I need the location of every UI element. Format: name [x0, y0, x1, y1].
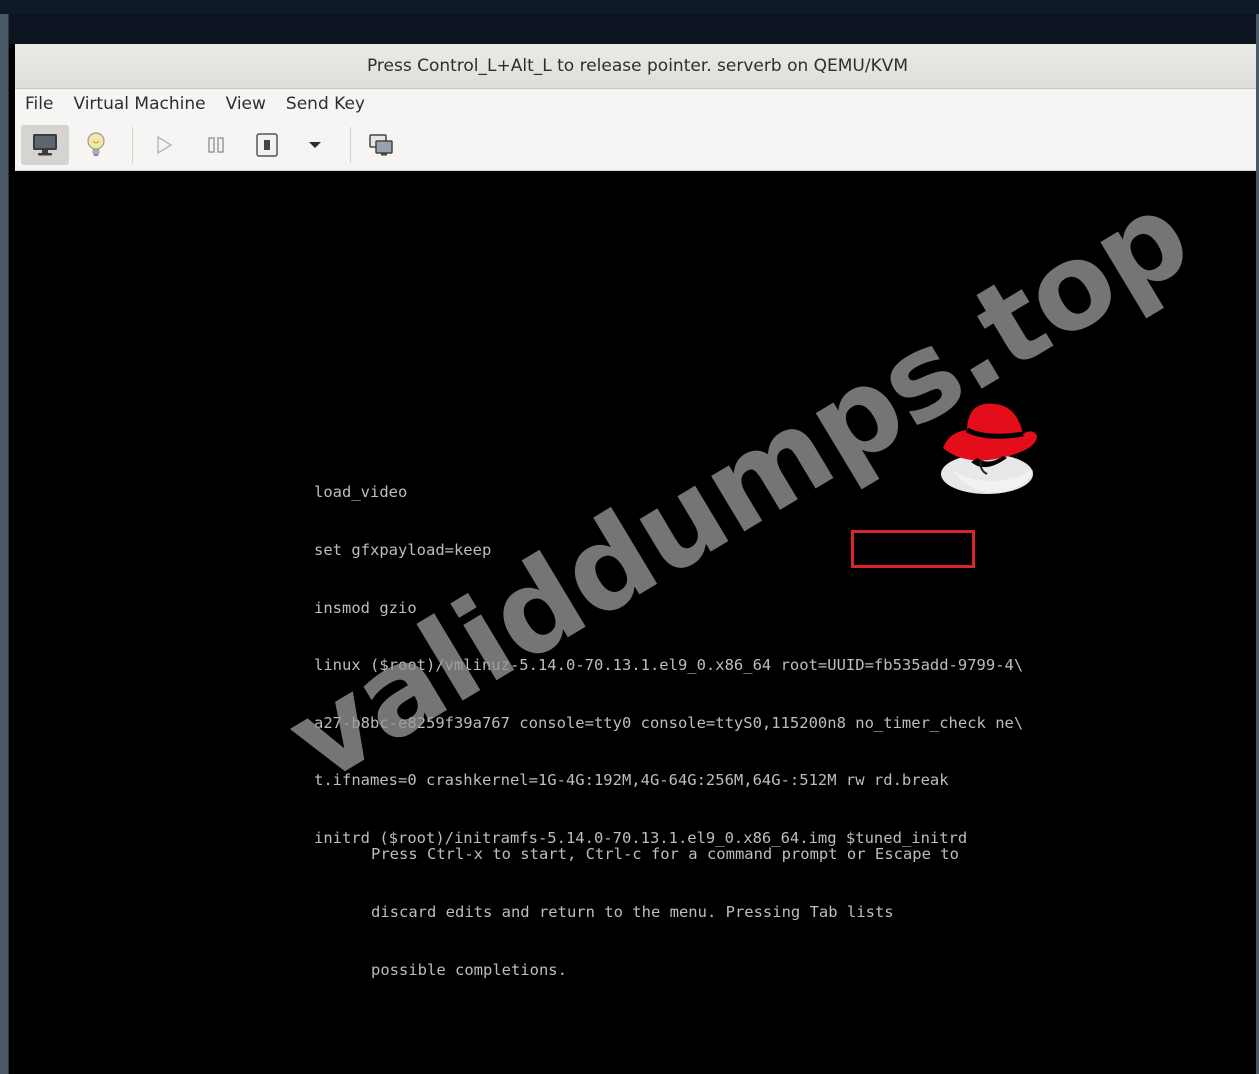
menu-file[interactable]: File: [15, 94, 63, 114]
console-view-button[interactable]: [21, 125, 69, 165]
screens-icon: [369, 134, 393, 156]
play-icon: [157, 135, 173, 155]
fullscreen-button[interactable]: [357, 125, 405, 165]
help-line: discard edits and return to the menu. Pr…: [371, 903, 894, 922]
toolbar: [15, 119, 1259, 171]
shutdown-button[interactable]: [243, 125, 291, 165]
window-titlebar[interactable]: Press Control_L+Alt_L to release pointer…: [15, 44, 1259, 89]
shutdown-menu-button[interactable]: [291, 125, 339, 165]
window-title: Press Control_L+Alt_L to release pointer…: [366, 56, 909, 76]
menu-view[interactable]: View: [216, 94, 276, 114]
menu-send-key[interactable]: Send Key: [276, 94, 375, 114]
chevron-down-icon: [309, 142, 321, 148]
vm-window: Press Control_L+Alt_L to release pointer…: [8, 14, 1259, 1074]
toolbar-separator: [132, 127, 133, 163]
grub-help-text: Press Ctrl-x to start, Ctrl-c for a comm…: [371, 806, 959, 1019]
redhat-logo-icon: [941, 403, 1037, 494]
menu-virtual-machine[interactable]: Virtual Machine: [63, 94, 215, 114]
power-icon: [256, 133, 278, 157]
lightbulb-icon: [87, 132, 105, 156]
pause-icon: [208, 137, 224, 153]
run-button[interactable]: [140, 125, 188, 165]
grub-line: t.ifnames=0 crashkernel=1G-4G:192M,4G-64…: [314, 771, 949, 790]
menu-bar: File Virtual Machine View Send Key: [15, 89, 1259, 119]
rd-break-highlight: [851, 530, 975, 568]
pause-button[interactable]: [192, 125, 240, 165]
help-line: possible completions.: [371, 961, 567, 980]
window-frame-top: [9, 14, 1259, 44]
help-line: Press Ctrl-x to start, Ctrl-c for a comm…: [371, 844, 959, 863]
vm-console-display[interactable]: load_video set gfxpayload=keep insmod gz…: [15, 165, 1259, 1074]
toolbar-separator: [350, 127, 351, 163]
desktop-top-bar: [0, 0, 1259, 14]
monitor-icon: [33, 134, 57, 156]
details-view-button[interactable]: [72, 125, 120, 165]
